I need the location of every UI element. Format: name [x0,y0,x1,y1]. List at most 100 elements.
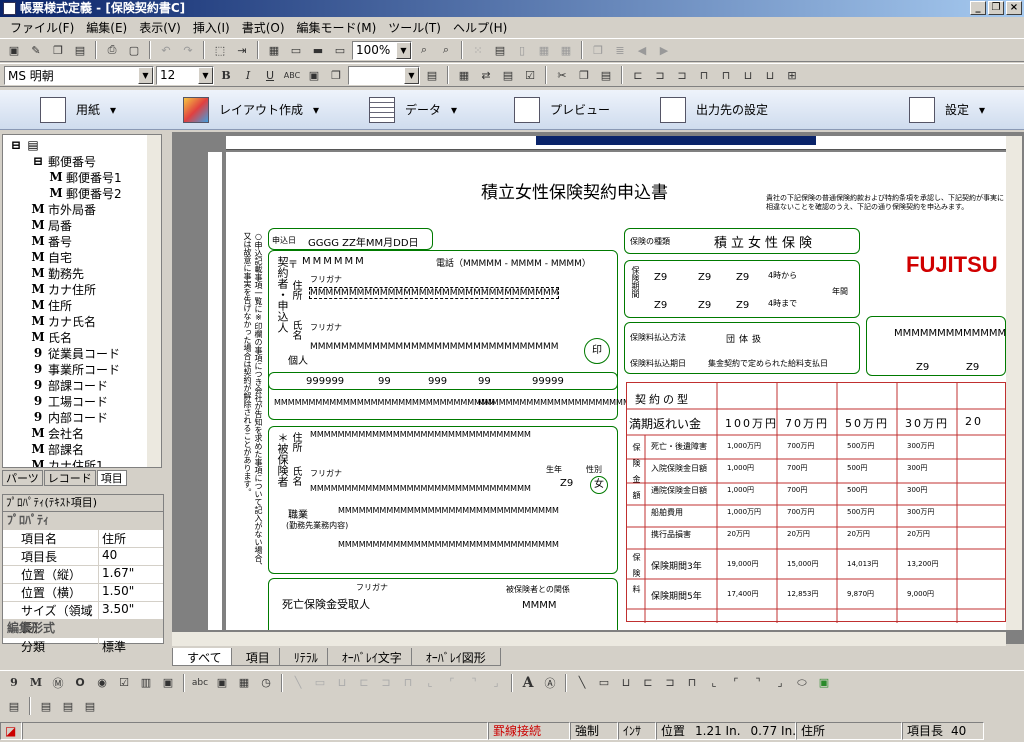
folder-icon[interactable]: ▤ [70,40,90,60]
cert-z2[interactable]: Z9 [966,362,979,373]
overlay-text-icon[interactable]: A [518,673,538,693]
tree-item[interactable]: M 郵便番号2 [49,185,121,201]
draw-ellipse-icon[interactable]: ⬭ [792,673,812,693]
draw-corner4-icon[interactable]: ⌟ [770,673,790,693]
draw-bracket4-icon[interactable]: ⊓ [682,673,702,693]
barcode-icon[interactable]: ▥ [136,673,156,693]
align-icon[interactable]: ▤ [490,40,510,60]
m-box-icon[interactable]: Ⓜ [48,673,68,693]
ruler-icon[interactable]: ▦ [454,65,474,85]
menu-help[interactable]: ヘルプ(H) [447,19,513,36]
swap-icon[interactable]: ⇄ [476,65,496,85]
layout2-icon[interactable]: ▭ [286,40,306,60]
age-value[interactable]: Z9 [560,478,573,489]
tree-root[interactable]: ⊟ ▤ [9,137,40,153]
distribute-icon[interactable]: ⊔ [760,65,780,85]
literal-box-icon[interactable]: ▣ [212,673,232,693]
corner2-icon[interactable]: ⌜ [442,673,462,693]
form-page[interactable]: 積立女性保険契約申込書 貴社の下記保険の普通保険約款および特約条項を承認し、下記… [226,152,1006,630]
align-right-icon[interactable]: ⊐ [672,65,692,85]
image-field-icon[interactable]: ▣ [158,673,178,693]
tree-item[interactable]: 9 事業所コード [31,361,120,377]
prop-row[interactable]: 項目名 住所 [3,530,163,548]
move-icon[interactable]: ⇥ [232,40,252,60]
list-icon[interactable]: ≣ [610,40,630,60]
bracket2-icon[interactable]: ⊏ [354,673,374,693]
draw-bracket1-icon[interactable]: ⊔ [616,673,636,693]
bracket1-icon[interactable]: ⊔ [332,673,352,693]
code-0[interactable]: 999999 [306,376,344,387]
draw-rect-icon[interactable]: ▭ [594,673,614,693]
paste-icon[interactable]: ▤ [596,65,616,85]
tree-item[interactable]: 9 部課コード [31,377,108,393]
tree-item[interactable]: M 局番 [31,217,72,233]
draw-image-icon[interactable]: ▣ [814,673,834,693]
prev-icon[interactable]: ◀ [632,40,652,60]
clock-icon[interactable]: ◷ [256,673,276,693]
zoom-select[interactable]: 100% ▼ [352,40,412,60]
copy-icon[interactable]: ❐ [574,65,594,85]
draw-corner1-icon[interactable]: ⌞ [704,673,724,693]
tab-parts[interactable]: パーツ [2,470,43,486]
copy-layer-icon[interactable]: ❐ [588,40,608,60]
size-icon[interactable]: ⊞ [782,65,802,85]
frame-icon[interactable]: ▣ [304,65,324,85]
overlay-box-icon[interactable]: Ⓐ [540,673,560,693]
cert-z1[interactable]: Z9 [916,362,929,373]
layout1-icon[interactable]: ▦ [264,40,284,60]
period-z3[interactable]: Z9 [736,272,749,283]
tree-item[interactable]: M カナ氏名 [31,313,96,329]
align-center-icon[interactable]: ⊐ [650,65,670,85]
menu-tools[interactable]: ツール(T) [382,19,447,36]
prop-row[interactable]: 項目長 40 [3,548,163,566]
output-button[interactable]: 出力先の設定 [660,96,768,123]
check-icon[interactable]: ☑ [520,65,540,85]
strike-button[interactable]: ABC [282,65,302,85]
tree-item[interactable]: 9 内部コード [31,409,108,425]
color-select[interactable]: ▼ [348,65,420,85]
relation-value[interactable]: MMMM [522,600,557,611]
cut-icon[interactable]: ✂ [552,65,572,85]
layout3-icon[interactable]: ▬ [308,40,328,60]
zoom-in-icon[interactable]: ⌕ [414,40,434,60]
data-button[interactable]: データ ▾ [369,96,457,123]
tab-items[interactable]: 項目 [96,470,127,486]
page-icon[interactable]: ▯ [512,40,532,60]
field-tree[interactable]: ⊟ ▤ ⊟ 郵便番号 M 郵便番号1 M 郵便番号2 M 市外局番 M 局番 M 番号 M 自宅 M 勤務先 M カ… [2,134,162,468]
draw-line-icon[interactable]: ╲ [572,673,592,693]
residence-field[interactable]: MMMMMMMMMMMMMMMMMMMMMMMMMMMMMMMM [338,540,559,549]
insured-address-field[interactable]: MMMMMMMMMMMMMMMMMMMMMMMMMMMMMMMM [310,430,531,439]
palette-icon[interactable]: ▤ [422,65,442,85]
draw-corner3-icon[interactable]: ⌝ [748,673,768,693]
table-icon[interactable]: ▦ [534,40,554,60]
field-icon[interactable]: ▤ [498,65,518,85]
tree-item[interactable]: M 自宅 [31,249,72,265]
table2-icon[interactable]: ▦ [556,40,576,60]
period-z2[interactable]: Z9 [698,272,711,283]
edit-icon[interactable]: ✎ [26,40,46,60]
menu-file[interactable]: ファイル(F) [4,19,80,36]
align-grid-icon[interactable]: ▤ [4,696,24,716]
prop-row[interactable]: サイズ（領域長） 3.50" [3,602,163,635]
tree-item[interactable]: M 郵便番号1 [49,169,121,185]
shadow-icon[interactable]: ❐ [326,65,346,85]
font-select[interactable]: MS 明朝 ▼ [4,65,154,85]
tree-scrollbar[interactable] [147,135,161,467]
page-layout3-icon[interactable]: ▤ [80,696,100,716]
draw-corner2-icon[interactable]: ⌜ [726,673,746,693]
align-middle-icon[interactable]: ⊓ [716,65,736,85]
tree-item[interactable]: M カナ住所 [31,281,96,297]
paper-button[interactable]: 用紙 ▾ [40,96,116,123]
insured-name-field[interactable]: MMMMMMMMMMMMMMMMMMMMMMMMMMMMMMMM [310,484,531,493]
align-bottom-icon[interactable]: ⊔ [738,65,758,85]
address-field[interactable]: MMMMMMMMMMMMMMMMMMMMMMMMMMMMMMMM [308,287,560,299]
line-icon[interactable]: ╲ [288,673,308,693]
tree-item[interactable]: 9 従業員コード [31,345,120,361]
layout-button[interactable]: レイアウト作成 ▾ [183,96,319,123]
tree-item[interactable]: M 氏名 [31,329,72,345]
rect-icon[interactable]: ▭ [310,673,330,693]
tree-item[interactable]: M 会社名 [31,425,84,441]
menu-format[interactable]: 書式(O) [236,19,291,36]
menu-edit[interactable]: 編集(E) [80,19,133,36]
tab-literal[interactable]: ﾘﾃﾗﾙ [278,648,333,666]
